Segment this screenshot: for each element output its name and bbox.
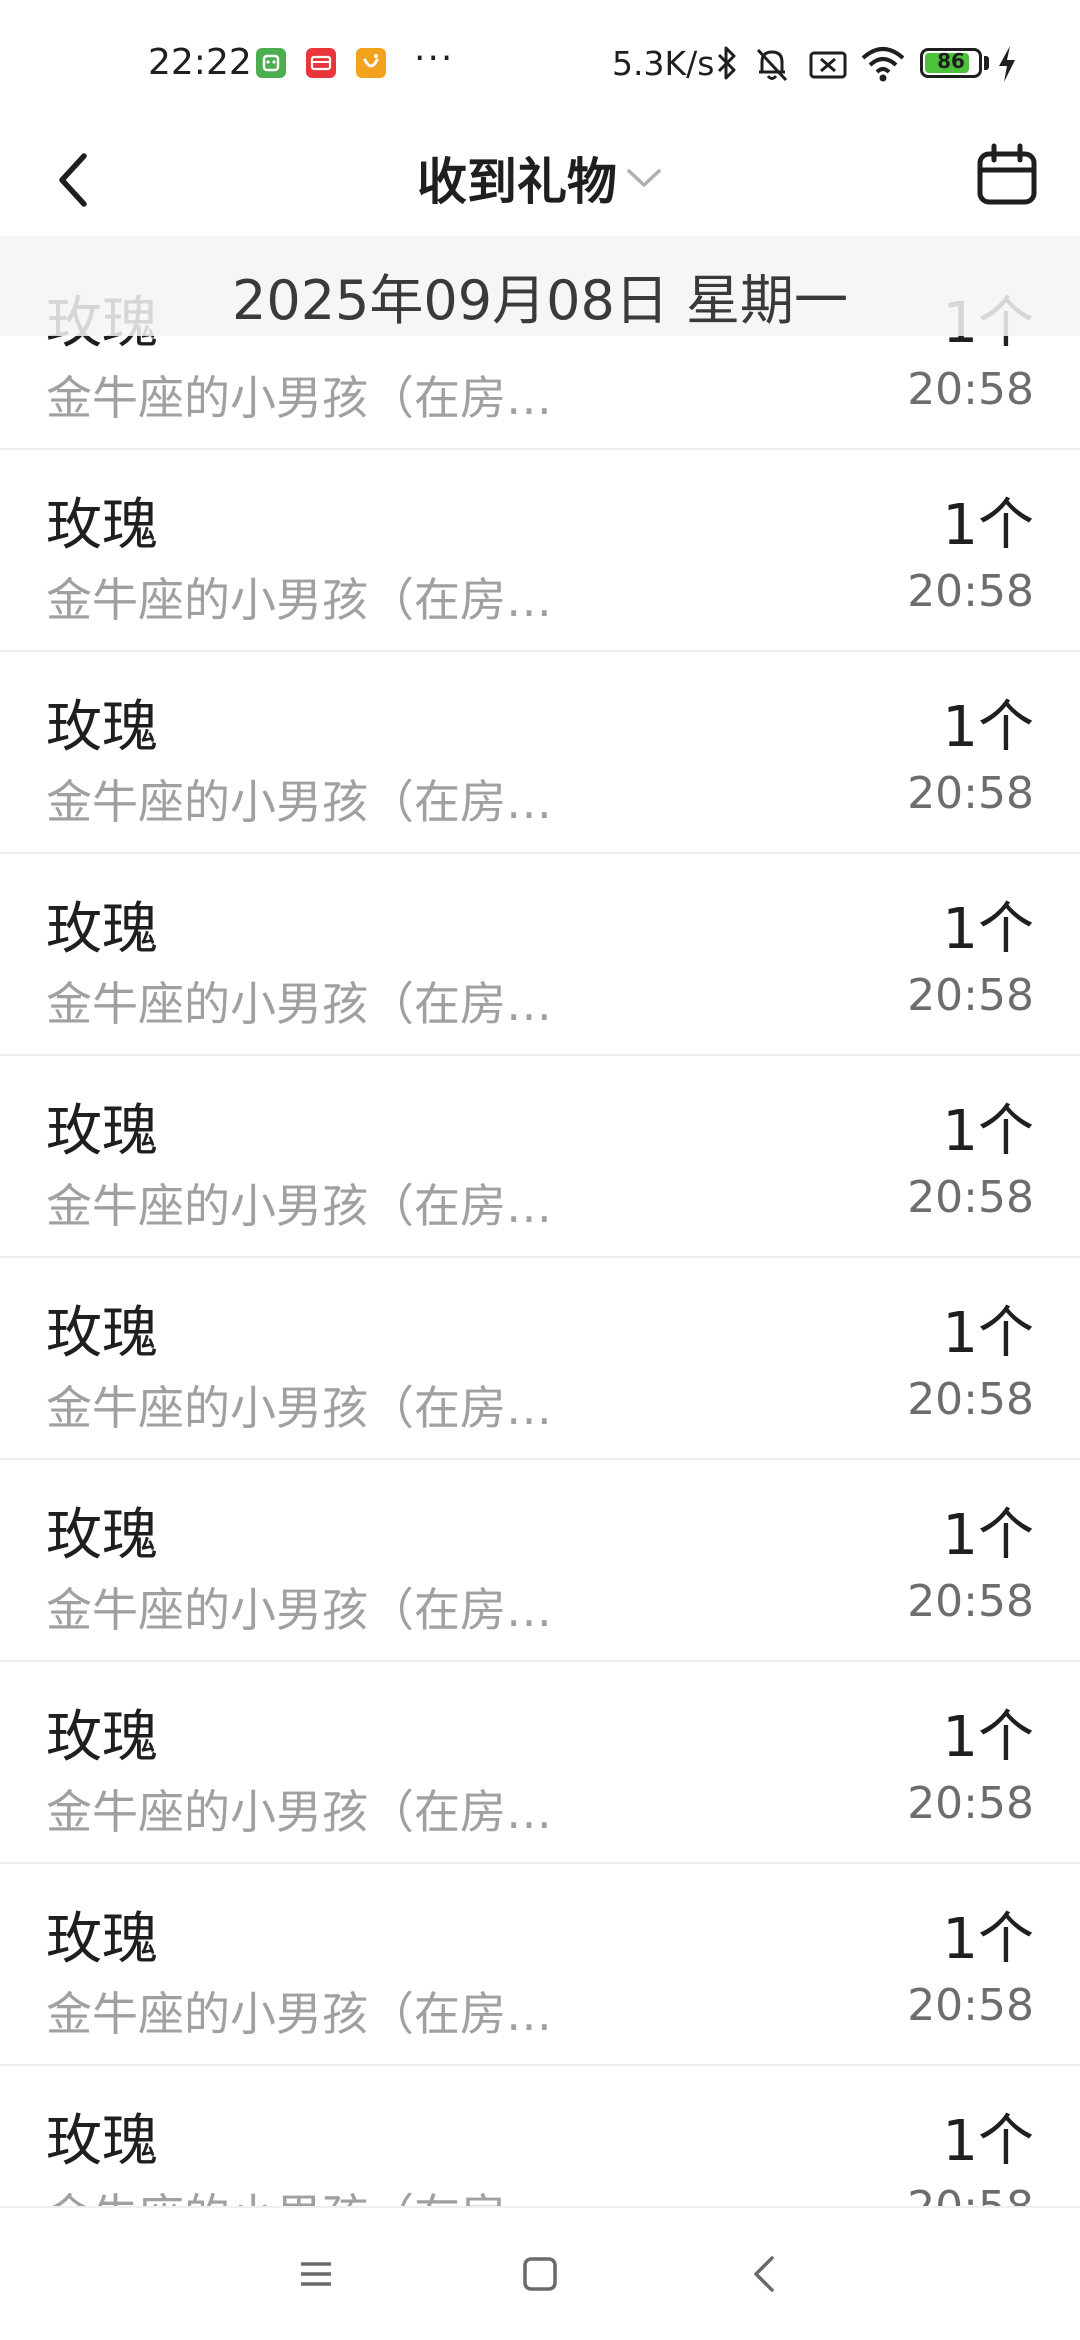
battery-level: 86	[937, 49, 965, 73]
gift-name: 玫瑰	[46, 1503, 158, 1568]
gift-time: 20:58	[907, 768, 1034, 819]
gift-row[interactable]: 玫瑰 金牛座的小男孩（在房… 1个 20:58	[0, 1056, 1080, 1258]
gift-time: 20:58	[907, 364, 1034, 415]
date-header-text: 2025年09月08日 星期一	[231, 269, 849, 332]
gift-time: 20:58	[907, 2182, 1034, 2206]
gift-time: 20:58	[907, 1778, 1034, 1829]
wifi-icon	[860, 44, 906, 88]
gift-row[interactable]: 玫瑰 金牛座的小男孩（在房… 1个 20:58	[0, 1258, 1080, 1460]
gift-count: 1个	[942, 897, 1034, 962]
gift-name: 玫瑰	[46, 1907, 158, 1972]
gift-name: 玫瑰	[46, 1705, 158, 1770]
mute-bell-icon	[752, 44, 792, 88]
app-notification-orange-icon	[356, 48, 386, 78]
battery-icon: 86	[920, 48, 982, 78]
gift-list[interactable]: 玫瑰 金牛座的小男孩（在房… 1个 20:58 玫瑰 金牛座的小男孩（在房… 1…	[0, 236, 1080, 2206]
gift-row[interactable]: 玫瑰 金牛座的小男孩（在房… 1个 20:58	[0, 1460, 1080, 1662]
bluetooth-icon	[714, 44, 740, 86]
gift-count: 1个	[942, 493, 1034, 558]
gift-count: 1个	[942, 2109, 1034, 2174]
gift-sender: 金牛座的小男孩（在房…	[46, 371, 552, 425]
gift-name: 玫瑰	[46, 2109, 158, 2174]
gift-name: 玫瑰	[46, 1301, 158, 1366]
system-back-button[interactable]	[736, 2244, 796, 2304]
gift-row[interactable]: 玫瑰 金牛座的小男孩（在房… 1个 20:58	[0, 1864, 1080, 2066]
gift-time: 20:58	[907, 1374, 1034, 1425]
gift-row[interactable]: 玫瑰 金牛座的小男孩（在房… 1个 20:58	[0, 2066, 1080, 2206]
gift-sender: 金牛座的小男孩（在房…	[46, 573, 552, 627]
network-speed: 5.3K/s	[612, 44, 715, 83]
charging-bolt-icon	[996, 44, 1018, 88]
more-notifications-indicator: ···	[414, 38, 455, 79]
gift-time: 20:58	[907, 1576, 1034, 1627]
gift-name: 玫瑰	[46, 493, 158, 558]
gift-sender: 金牛座的小男孩（在房…	[46, 775, 552, 829]
back-triangle-icon	[754, 2256, 774, 2292]
battery-tip	[984, 56, 989, 70]
status-bar: 22:22 ··· 5.3K/s 86	[0, 0, 1080, 120]
chevron-down-icon	[627, 169, 661, 187]
gift-count: 1个	[942, 1705, 1034, 1770]
menu-icon	[301, 2262, 331, 2286]
title-dropdown[interactable]: 收到礼物	[0, 120, 1080, 236]
home-square-icon	[523, 2257, 557, 2291]
gift-time: 20:58	[907, 566, 1034, 617]
calendar-button[interactable]	[972, 140, 1042, 210]
gift-row[interactable]: 玫瑰 金牛座的小男孩（在房… 1个 20:58	[0, 652, 1080, 854]
status-time: 22:22	[148, 42, 252, 83]
date-header: 2025年09月08日 星期一	[0, 236, 1080, 336]
gift-time: 20:58	[907, 1980, 1034, 2031]
gift-row[interactable]: 玫瑰 金牛座的小男孩（在房… 1个 20:58	[0, 854, 1080, 1056]
gift-time: 20:58	[907, 1172, 1034, 1223]
home-button[interactable]	[510, 2244, 570, 2304]
gift-sender: 金牛座的小男孩（在房…	[46, 1179, 552, 1233]
gift-name: 玫瑰	[46, 897, 158, 962]
calendar-icon	[977, 143, 1037, 205]
gift-time: 20:58	[907, 970, 1034, 1021]
gift-row[interactable]: 玫瑰 金牛座的小男孩（在房… 1个 20:58	[0, 1662, 1080, 1864]
gift-row[interactable]: 玫瑰 金牛座的小男孩（在房… 1个 20:58	[0, 450, 1080, 652]
system-navigation-bar	[0, 2206, 1080, 2340]
menu-button[interactable]	[286, 2244, 346, 2304]
gift-sender: 金牛座的小男孩（在房…	[46, 977, 552, 1031]
app-notification-red-icon	[306, 48, 336, 78]
gift-sender: 金牛座的小男孩（在房…	[46, 1987, 552, 2041]
gift-sender: 金牛座的小男孩（在房…	[46, 1381, 552, 1435]
gift-sender: 金牛座的小男孩（在房…	[46, 2180, 552, 2206]
sim-off-icon	[808, 44, 848, 88]
gift-count: 1个	[942, 1503, 1034, 1568]
gift-count: 1个	[942, 695, 1034, 760]
top-nav-bar: 收到礼物	[0, 120, 1080, 236]
gift-name: 玫瑰	[46, 695, 158, 760]
gift-sender: 金牛座的小男孩（在房…	[46, 1785, 552, 1839]
gift-count: 1个	[942, 1907, 1034, 1972]
gift-sender: 金牛座的小男孩（在房…	[46, 1583, 552, 1637]
gift-name: 玫瑰	[46, 1099, 158, 1164]
gift-count: 1个	[942, 1099, 1034, 1164]
page-title: 收到礼物	[417, 153, 617, 211]
app-notification-green-icon	[256, 48, 286, 78]
gift-count: 1个	[942, 1301, 1034, 1366]
